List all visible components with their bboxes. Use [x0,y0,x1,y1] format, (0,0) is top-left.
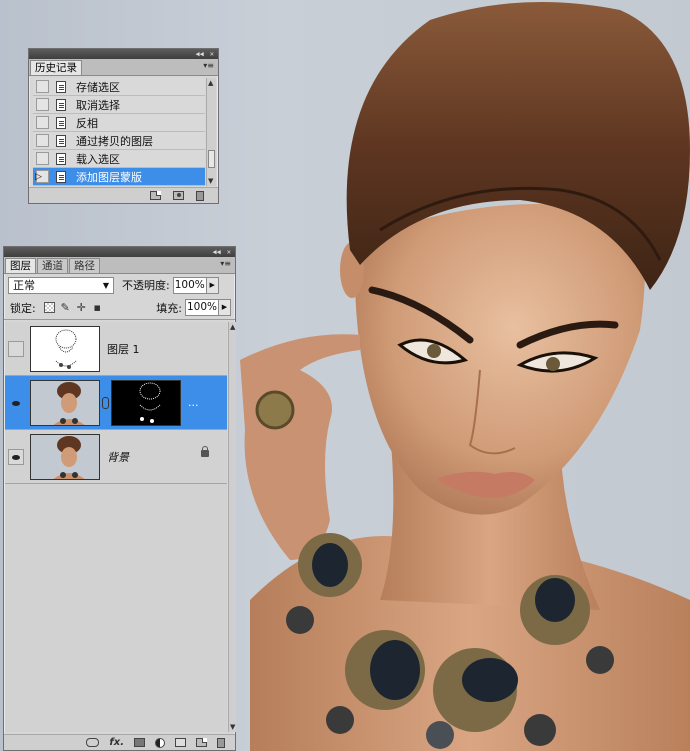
opacity-slider-button[interactable]: ▶ [206,276,219,294]
history-item-label: 添加图层蒙版 [76,170,142,184]
snapshot-source-checkbox[interactable] [36,98,49,111]
fx-icon[interactable]: fx. [109,737,124,748]
history-item-label: 取消选择 [76,98,120,112]
group-icon[interactable] [175,738,186,747]
history-item[interactable]: 通过拷贝的图层 [33,132,205,150]
fill-input[interactable]: 100% [185,299,219,316]
history-footer [29,187,218,203]
close-icon[interactable]: ✕ [210,49,214,59]
link-icon[interactable] [86,738,100,747]
layers-footer: fx. [4,734,235,750]
collapse-icon[interactable]: ◀◀ [212,247,220,257]
collapse-icon[interactable]: ◀◀ [195,49,203,59]
lock-transparency-icon[interactable] [43,302,55,313]
history-state-icon [56,116,66,129]
snapshot-source-checkbox[interactable] [36,80,49,93]
fill-slider-button[interactable]: ▶ [219,299,231,316]
panel-menu-icon[interactable]: ▾≡ [220,259,231,268]
lock-row: 锁定: ✎ ✛ ▪ 填充: 100% ▶ [4,296,235,320]
history-item-label: 载入选区 [76,152,120,166]
history-item-label: 通过拷贝的图层 [76,134,153,148]
history-state-marker-icon: ▷ [35,172,42,182]
history-state-icon [56,152,66,165]
fill-label: 填充: [156,301,182,315]
blend-mode-value: 正常 [13,278,35,292]
tab-layers[interactable]: 图层 [5,258,36,273]
tab-history[interactable]: 历史记录 [30,60,82,75]
layers-titlebar[interactable]: ◀◀ ✕ [4,247,235,257]
blend-row: 正常 ▼ 不透明度: 100% ▶ [4,274,235,296]
new-document-icon[interactable] [150,191,161,200]
mask-icon[interactable] [134,738,145,747]
layers-scrollbar[interactable]: ▲ ▼ [228,322,236,732]
panel-menu-icon[interactable]: ▾≡ [203,61,214,70]
layers-list: 图层 1 ... 背景 [5,322,227,732]
lock-all-icon[interactable]: ▪ [92,302,103,313]
eye-icon[interactable] [8,448,24,465]
layer-thumbnail[interactable] [30,325,100,372]
layer-name: 图层 1 [107,342,140,356]
scroll-up-icon[interactable]: ▲ [208,79,213,87]
layer-row[interactable]: 背景 [5,430,227,484]
history-scrollbar[interactable]: ▲ ▼ [206,78,216,186]
layer-name-truncated: ... [188,396,199,409]
snapshot-source-checkbox[interactable] [36,134,49,147]
adjustment-icon[interactable] [155,737,165,748]
layer-mask-thumbnail[interactable] [111,379,181,426]
eye-icon[interactable] [8,394,24,411]
layer-name: 背景 [107,450,129,464]
layer-row[interactable]: 图层 1 [5,322,227,376]
layers-tabs: 图层 通道 路径 ▾≡ [4,257,235,274]
history-tabs: 历史记录 ▾≡ [29,59,218,76]
history-state-icon [56,80,66,93]
layer-row-selected[interactable]: ... [5,376,227,430]
history-state-icon [56,134,66,147]
scroll-down-icon[interactable]: ▼ [208,177,213,185]
visibility-toggle[interactable] [8,340,24,357]
layer-thumbnail[interactable] [30,433,100,480]
history-item[interactable]: 载入选区 [33,150,205,168]
history-item[interactable]: 反相 [33,114,205,132]
history-list: 存储选区 取消选择 反相 通过拷贝的图层 载入选区 ▷ 添加图层蒙版 [33,78,205,186]
snapshot-source-checkbox[interactable] [36,116,49,129]
layers-panel: ◀◀ ✕ 图层 通道 路径 ▾≡ 正常 ▼ 不透明度: 100% ▶ 锁定: ✎… [3,246,236,751]
camera-icon[interactable] [173,191,184,200]
scroll-down-icon[interactable]: ▼ [230,723,235,731]
history-state-icon [56,98,66,111]
lock-brush-icon[interactable]: ✎ [60,302,71,313]
new-layer-icon[interactable] [196,738,207,747]
lock-label: 锁定: [10,301,36,315]
opacity-label: 不透明度: [122,279,170,292]
snapshot-source-checkbox[interactable] [36,152,49,165]
scroll-up-icon[interactable]: ▲ [230,323,235,331]
history-item-label: 反相 [76,116,98,130]
history-item[interactable]: 存储选区 [33,78,205,96]
link-icon[interactable] [102,396,109,409]
trash-icon[interactable] [196,190,204,201]
opacity-input[interactable]: 100% [172,276,207,294]
tab-channels[interactable]: 通道 [37,258,68,273]
blend-mode-select[interactable]: 正常 ▼ [8,276,114,294]
layer-thumbnail[interactable] [30,379,100,426]
history-item-label: 存储选区 [76,80,120,94]
scroll-thumb[interactable] [208,150,215,168]
history-titlebar[interactable]: ◀◀ ✕ [29,49,218,59]
chevron-down-icon: ▼ [102,280,109,290]
history-item-selected[interactable]: ▷ 添加图层蒙版 [33,168,205,186]
trash-icon[interactable] [217,737,225,748]
lock-icon [201,446,209,457]
history-state-icon [56,170,66,183]
close-icon[interactable]: ✕ [227,247,231,257]
history-item[interactable]: 取消选择 [33,96,205,114]
lock-move-icon[interactable]: ✛ [76,302,87,313]
tab-paths[interactable]: 路径 [69,258,100,273]
history-panel: ◀◀ ✕ 历史记录 ▾≡ 存储选区 取消选择 反相 通过拷贝的图层 载入选区 ▷… [28,48,219,204]
